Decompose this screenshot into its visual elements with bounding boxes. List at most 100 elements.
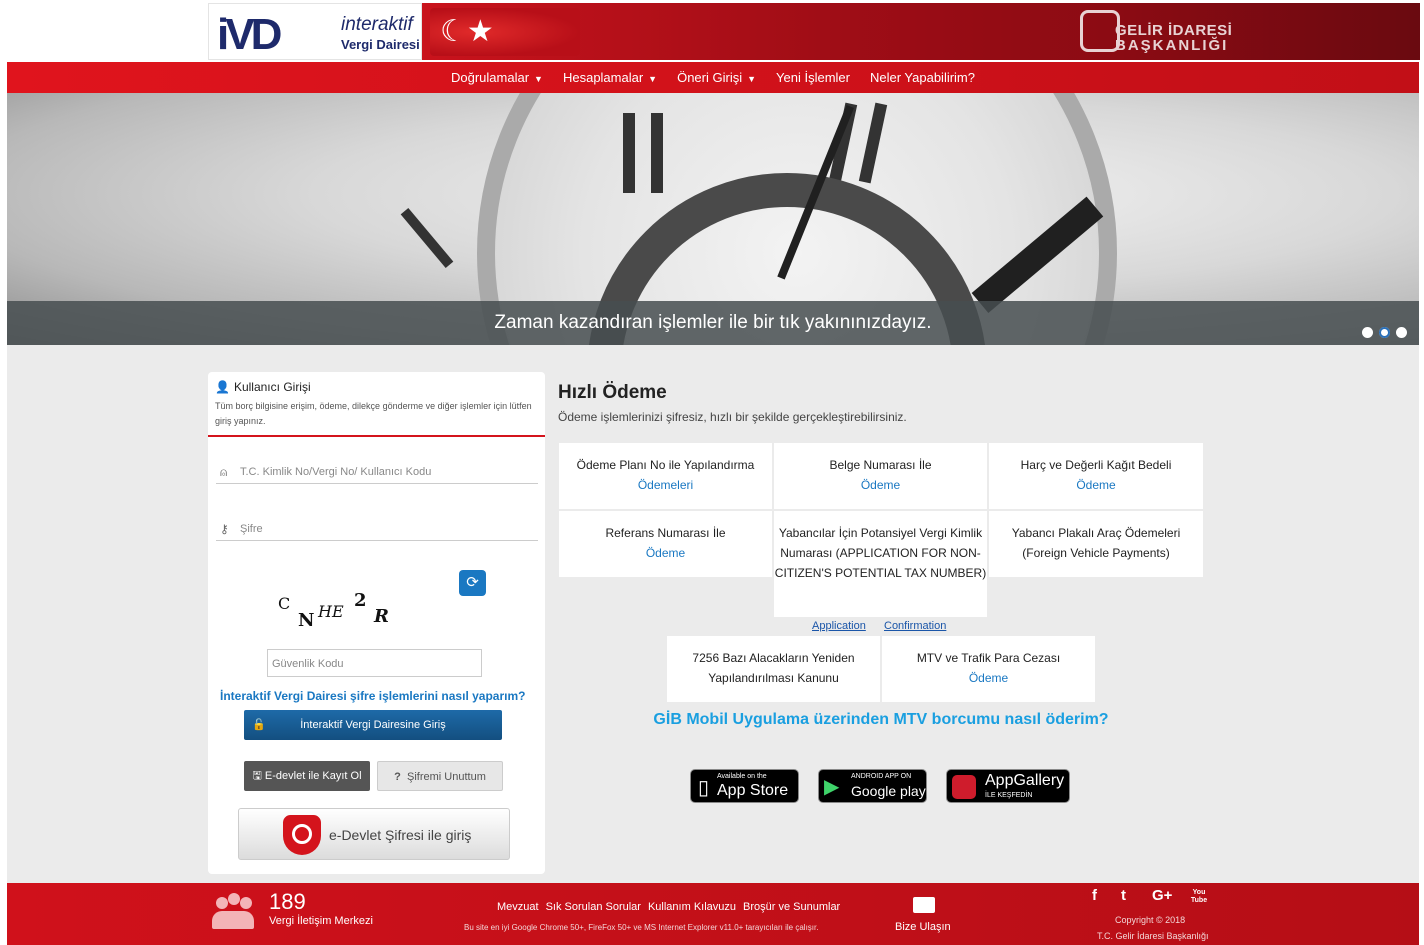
- edevlet-register-button[interactable]: 🖫 E-devlet ile Kayıt Ol: [244, 761, 370, 791]
- tile-mtv-trafik[interactable]: MTV ve Trafik Para Cezası Ödeme: [882, 636, 1095, 702]
- dial-mark: [400, 207, 454, 269]
- tile-text: Referans Numarası İle: [605, 526, 726, 540]
- twitter-icon[interactable]: t: [1121, 887, 1126, 904]
- tile-link[interactable]: Ödeme: [559, 543, 772, 563]
- tile-yabancilar-vkn[interactable]: Yabancılar İçin Potansiyel Vergi Kimlik …: [774, 511, 987, 617]
- store-small: Available on the: [717, 773, 767, 780]
- tile-7256-kanunu[interactable]: 7256 Bazı Alacakların Yeniden Yapılandır…: [667, 636, 880, 702]
- tile-link[interactable]: Ödemeleri: [559, 475, 772, 495]
- huawei-icon: [952, 775, 976, 799]
- tile-belge-numarasi[interactable]: Belge Numarası İle Ödeme: [774, 443, 987, 509]
- dial-mark: [623, 113, 635, 193]
- app-store-badge[interactable]: ▯ Available on the App Store: [690, 769, 799, 803]
- refresh-captcha-button[interactable]: ⟳: [459, 570, 486, 596]
- nav-label: Neler Yapabilirim?: [869, 70, 975, 85]
- edevlet-label: e-Devlet Şifresi ile giriş: [329, 827, 472, 843]
- username-input[interactable]: ⍝ T.C. Kimlik No/Vergi No/ Kullanıcı Kod…: [216, 460, 538, 484]
- copyright-year: Copyright © 2018: [1115, 915, 1186, 925]
- password-input[interactable]: ⚷ Şifre: [216, 517, 538, 541]
- google-plus-icon[interactable]: G+: [1152, 887, 1172, 904]
- footer-link-kilavuz[interactable]: Kullanım Kılavuzu: [648, 901, 736, 913]
- slider-dots: [1362, 327, 1407, 338]
- ivd-login-label: İnteraktif Vergi Dairesine Giriş: [300, 719, 446, 731]
- google-play-badge[interactable]: ▶ ANDROID APP ON Google play: [818, 769, 927, 803]
- refresh-icon: ⟳: [466, 574, 479, 591]
- mail-icon[interactable]: [913, 897, 935, 913]
- crescent-star-icon: ☾★: [440, 15, 494, 48]
- ivd-login-button[interactable]: 🔓 İnteraktif Vergi Dairesine Giriş: [244, 710, 502, 740]
- edevlet-shield-icon: [283, 815, 321, 855]
- tile-link[interactable]: Ödeme: [882, 668, 1095, 688]
- tile-text: Yabancılar İçin Potansiyel Vergi Kimlik …: [774, 526, 987, 580]
- agency-line2: BAŞKANLIĞI: [1115, 37, 1229, 54]
- tile-text: MTV ve Trafik Para Cezası: [916, 651, 1061, 665]
- slider-dot-2[interactable]: [1379, 327, 1390, 338]
- tile-text: 7256 Bazı Alacakların Yeniden Yapılandır…: [692, 651, 855, 685]
- caret-down-icon: ▼: [747, 74, 757, 84]
- quick-payment-title: Hızlı Ödeme: [558, 382, 667, 403]
- footer-link-brosur[interactable]: Broşür ve Sunumlar: [743, 901, 840, 913]
- people-icon: [210, 893, 256, 933]
- tile-referans-numarasi[interactable]: Referans Numarası İle Ödeme: [559, 511, 772, 577]
- mobile-mtv-link[interactable]: GİB Mobil Uygulama üzerinden MTV borcumu…: [558, 711, 1204, 729]
- tile-text: Belge Numarası İle: [829, 458, 932, 472]
- store-small: İLE KEŞFEDİN: [985, 792, 1033, 799]
- question-icon: ?: [394, 771, 401, 783]
- unlock-icon: 🔓: [252, 719, 266, 731]
- captcha-char: 2: [354, 590, 367, 611]
- nav-yeni-islemler[interactable]: Yeni İşlemler: [776, 70, 850, 85]
- user-icon: 👤: [215, 380, 230, 394]
- google-play-icon: ▶: [824, 776, 840, 798]
- footer-links: Mevzuat Sık Sorulan Sorular Kullanım Kıl…: [497, 901, 840, 913]
- captcha-char: HE: [318, 602, 344, 621]
- quick-payment-description: Ödeme işlemlerinizi şifresiz, hızlı bir …: [558, 410, 907, 424]
- nav-dogrulamalar[interactable]: Doğrulamalar ▼: [451, 70, 543, 85]
- nav-label: Öneri Girişi: [677, 70, 743, 85]
- login-card: 👤 Kullanıcı Girişi Tüm borç bilgisine eri…: [208, 372, 545, 874]
- store-big: Google play: [851, 783, 926, 799]
- gib-logo-icon: [1080, 10, 1120, 52]
- store-big: App Store: [717, 782, 789, 799]
- security-code-input[interactable]: Güvenlik Kodu: [267, 649, 482, 677]
- facebook-icon[interactable]: f: [1092, 887, 1097, 904]
- brand-line1: interaktif: [341, 14, 413, 35]
- brand-mark: iVD: [217, 10, 282, 59]
- store-big: AppGallery: [985, 772, 1065, 789]
- nav-label: Hesaplamalar: [562, 70, 644, 85]
- nav-hesaplamalar[interactable]: Hesaplamalar ▼: [563, 70, 657, 85]
- login-description: Tüm borç bilgisine erişim, ödeme, dilekç…: [215, 401, 532, 426]
- appgallery-badge[interactable]: AppGallery İLE KEŞFEDİN: [946, 769, 1070, 803]
- nav-oneri-girisi[interactable]: Öneri Girişi ▼: [677, 70, 756, 85]
- footer-link-mevzuat[interactable]: Mevzuat: [497, 901, 539, 913]
- ivd-logo[interactable]: iVD interaktif Vergi Dairesi: [208, 3, 422, 60]
- tile-link[interactable]: Ödeme: [989, 475, 1203, 495]
- tile-harc-degerli-kagit[interactable]: Harç ve Değerli Kağıt Bedeli Ödeme: [989, 443, 1203, 509]
- application-link[interactable]: Application: [812, 620, 866, 632]
- tile-odeme-plani[interactable]: Ödeme Planı No ile Yapılandırma Ödemeler…: [559, 443, 772, 509]
- tile-text: Ödeme Planı No ile Yapılandırma: [576, 458, 755, 472]
- edevlet-login-button[interactable]: e-Devlet Şifresi ile giriş: [238, 808, 510, 860]
- captcha-char: N: [298, 610, 315, 631]
- caret-down-icon: ▼: [648, 74, 658, 84]
- browser-note: Bu site en iyi Google Chrome 50+, FireFo…: [464, 923, 819, 932]
- tile-yabanci-plakali[interactable]: Yabancı Plakalı Araç Ödemeleri (Foreign …: [989, 511, 1203, 577]
- confirmation-link[interactable]: Confirmation: [884, 620, 946, 632]
- youtube-icon[interactable]: You Tube: [1190, 889, 1208, 905]
- tile-link[interactable]: Ödeme: [774, 475, 987, 495]
- contact-link[interactable]: Bize Ulaşın: [895, 921, 951, 933]
- header: iVD interaktif Vergi Dairesi ☾★ GELİR İD…: [0, 0, 1424, 62]
- forgot-password-button[interactable]: ? Şifremi Unuttum: [377, 761, 503, 791]
- nav-neler-yapabilirim[interactable]: Neler Yapabilirim?: [870, 70, 975, 85]
- shield-ring: [292, 824, 312, 844]
- slider-dot-3[interactable]: [1396, 327, 1407, 338]
- password-help-link[interactable]: İnteraktif Vergi Dairesi şifre işlemleri…: [220, 689, 525, 703]
- main-nav: Doğrulamalar ▼ Hesaplamalar ▼ Öneri Girişi…: [7, 62, 1419, 93]
- tile-text: Yabancı Plakalı Araç Ödemeleri (Foreign …: [1011, 526, 1181, 560]
- user-outline-icon: ⍝: [220, 465, 228, 479]
- slider-dot-1[interactable]: [1362, 327, 1373, 338]
- copyright-owner: T.C. Gelir İdaresi Başkanlığı: [1097, 931, 1209, 941]
- footer-link-sss[interactable]: Sık Sorulan Sorular: [546, 901, 641, 913]
- page: iVD interaktif Vergi Dairesi ☾★ GELİR İD…: [0, 0, 1424, 945]
- key-icon: ⚷: [220, 522, 229, 536]
- captcha-char: R: [374, 606, 389, 627]
